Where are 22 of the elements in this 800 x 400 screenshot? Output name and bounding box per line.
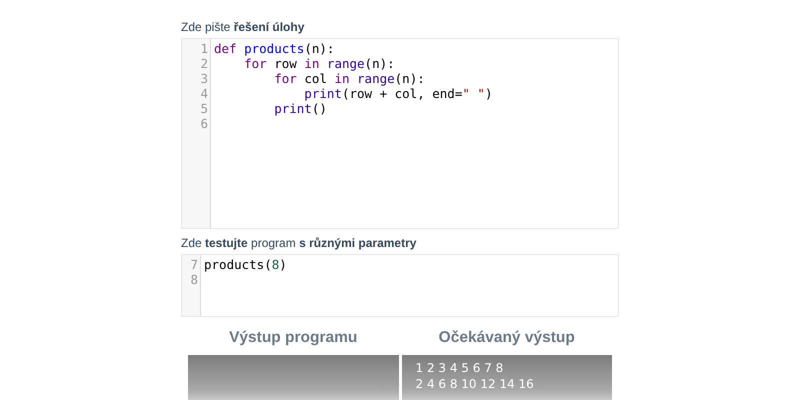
output-line: 2 4 6 8 10 12 14 16 [416, 376, 535, 392]
line-number: 6 [199, 116, 209, 131]
code-line: print() [273, 101, 328, 116]
code-line: for row in range(n): [243, 56, 396, 71]
code-line: def products(n): [214, 41, 336, 56]
section-label: Zde testujte program s různými parametry [181, 236, 418, 251]
code-line: for col in range(n): [273, 71, 426, 86]
line-number: 1 [199, 41, 209, 56]
line-number: 3 [199, 71, 209, 86]
line-number: 5 [199, 101, 209, 116]
output-heading: Výstup programu [228, 328, 358, 348]
code-line: products(8) [204, 257, 287, 272]
section-label: Zde pište řešení úlohy [181, 20, 306, 35]
code-editor[interactable]: 7 8 products(8) [181, 254, 619, 317]
line-number: 4 [199, 86, 209, 101]
line-number: 2 [199, 56, 209, 71]
line-number: 7 [189, 257, 199, 272]
code-editor[interactable]: 1 2 3 4 5 6 def products(n): for row in range(n): for col in range(n): print(row + col, end=" ") print() [181, 38, 619, 229]
code-line: print(row + col, end=" ") [303, 86, 492, 101]
line-number: 8 [189, 272, 199, 287]
output-line: 1 2 3 4 5 6 7 8 [416, 360, 504, 376]
output-heading: Očekávaný výstup [438, 328, 576, 348]
